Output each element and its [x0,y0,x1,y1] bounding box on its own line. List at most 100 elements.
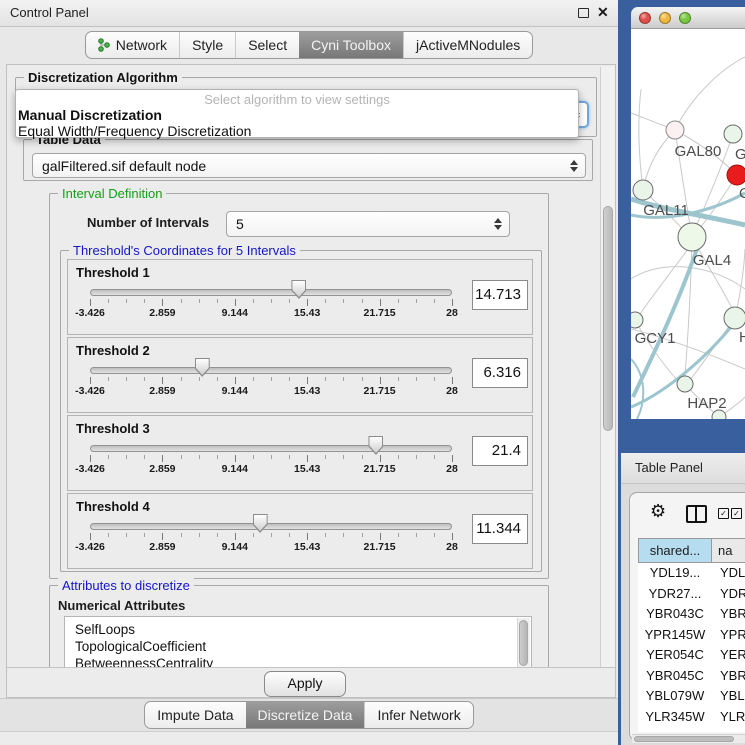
close-icon[interactable]: ✕ [597,4,609,21]
tab-label: Style [192,37,223,53]
network-edge[interactable] [639,89,643,190]
network-node-c[interactable] [727,165,745,185]
tick-mark [181,455,182,459]
check-icon: ✓ [718,508,729,519]
tick-mark [362,455,363,459]
tab-network[interactable]: Network [86,32,179,58]
numerical-attributes-list[interactable]: SelfLoopsTopologicalCoefficientBetweenne… [64,616,532,667]
tick-label: 15.43 [294,307,320,319]
threshold-slider-thumb[interactable] [291,280,306,299]
network-node-ga[interactable] [724,125,742,143]
table-cell: YBR0 [712,604,745,625]
tick-mark [199,299,200,303]
threshold-slider-thumb[interactable] [253,514,268,533]
tick-mark [452,299,453,306]
table-row[interactable]: YER054CYER0 [638,645,745,666]
table-row[interactable]: YPR145WYPR1 [638,625,745,646]
apply-button[interactable]: Apply [264,671,346,697]
algorithm-dropdown-popup: Select algorithm to view settings Manual… [15,89,579,138]
threshold-slider-track[interactable] [90,523,452,530]
node-attribute-table: shared... na YDL19...YDL1YDR27...YDR2YBR… [638,538,745,732]
gear-icon[interactable]: ⚙ [650,501,666,521]
tab-discretize-data[interactable]: Discretize Data [246,702,365,728]
checkboxes-icon[interactable]: ✓ ✓ [718,508,742,519]
close-light-icon[interactable] [639,12,651,24]
table-row[interactable]: YBR043CYBR0 [638,604,745,625]
threshold-slider-track[interactable] [90,445,452,452]
threshold-slider-thumb[interactable] [368,436,383,455]
table-horizontal-scrollbar[interactable] [632,734,745,743]
table-row[interactable]: YDL19...YDL1 [638,563,745,584]
algorithm-option-manual[interactable]: Manual Discretization [16,107,578,123]
tab-select[interactable]: Select [235,32,299,58]
bottom-tab-group: Impute DataDiscretize DataInfer Network [144,701,473,729]
tick-mark [416,377,417,381]
panel-scrollbar[interactable] [600,67,615,667]
tick-mark [217,377,218,381]
table-row[interactable]: YBR045CYBR0 [638,666,745,687]
network-edge[interactable] [685,237,692,376]
tick-mark [235,299,236,306]
tab-style[interactable]: Style [179,32,235,58]
list-scrollbar[interactable] [517,618,530,667]
network-node-gal4[interactable] [678,223,706,251]
table-cell: YBR0 [712,666,745,687]
tick-label: 28 [446,307,458,319]
table-row[interactable]: YDR27...YDR2 [638,584,745,605]
columns-icon[interactable] [686,505,707,523]
network-canvas[interactable]: GAL80GACGAL11GAL4GCY1HHAP2 [631,29,745,419]
threshold-slider-thumb[interactable] [195,358,210,377]
algorithm-option-equal-width[interactable]: Equal Width/Frequency Discretization [16,123,578,139]
column-header-shared[interactable]: shared... [638,538,712,563]
tick-mark [380,299,381,306]
column-header-name[interactable]: na [712,538,745,563]
table-cell: YBL079W [638,686,712,707]
network-node-gal80[interactable] [666,121,684,139]
table-row[interactable]: YIL053CYIL0 [638,727,745,732]
threshold-slider-track[interactable] [90,289,452,296]
network-node-gcy1[interactable] [631,312,643,328]
node-label: GAL80 [675,143,722,160]
num-intervals-combo[interactable]: 5 [226,211,510,237]
table-cell: YDL1 [712,563,745,584]
tick-label: -3.426 [75,463,105,475]
threshold-value-input[interactable]: 6.316 [472,358,528,388]
tick-label: 9.144 [222,463,248,475]
network-node-hap2[interactable] [677,376,693,392]
tick-mark [307,299,308,306]
table-cell: YLR3 [712,707,745,728]
minimize-light-icon[interactable] [659,12,671,24]
scrollbar-thumb[interactable] [603,206,613,431]
tick-mark [380,533,381,540]
threshold-value-input[interactable]: 11.344 [472,514,528,544]
tick-mark [362,299,363,303]
tab-infer-network[interactable]: Infer Network [364,702,472,728]
table-cell: YIL0 [712,727,745,732]
tab-cyni-toolbox[interactable]: Cyni Toolbox [299,32,403,58]
network-node-gal11[interactable] [633,180,653,200]
scrollbar-thumb[interactable] [519,620,528,666]
tick-label: 21.715 [364,307,396,319]
table-cell: YDR27... [638,584,712,605]
zoom-light-icon[interactable] [679,12,691,24]
tick-mark [289,533,290,537]
network-edge[interactable] [639,249,688,316]
tab-impute-data[interactable]: Impute Data [145,702,245,728]
attribute-item[interactable]: TopologicalCoefficient [65,638,531,655]
network-node-h[interactable] [724,307,745,329]
scrollbar-thumb[interactable] [634,736,734,742]
threshold-value-input[interactable]: 14.713 [472,280,528,310]
network-edge[interactable] [675,57,745,130]
check-icon: ✓ [731,508,742,519]
threshold-panel-4: Threshold 4-3.4262.8599.14415.4321.71528… [67,493,533,569]
table-cell: YPR145W [638,625,712,646]
threshold-value-input[interactable]: 21.4 [472,436,528,466]
tab-jactivemnodules[interactable]: jActiveMNodules [403,32,532,58]
float-window-icon[interactable] [578,8,589,18]
attribute-item[interactable]: SelfLoops [65,617,531,638]
table-row[interactable]: YLR345WYLR3 [638,707,745,728]
table-data-combo[interactable]: galFiltered.sif default node [32,153,586,178]
threshold-slider-track[interactable] [90,367,452,374]
table-row[interactable]: YBL079WYBL0 [638,686,745,707]
attribute-item[interactable]: BetweennessCentrality [65,655,531,667]
